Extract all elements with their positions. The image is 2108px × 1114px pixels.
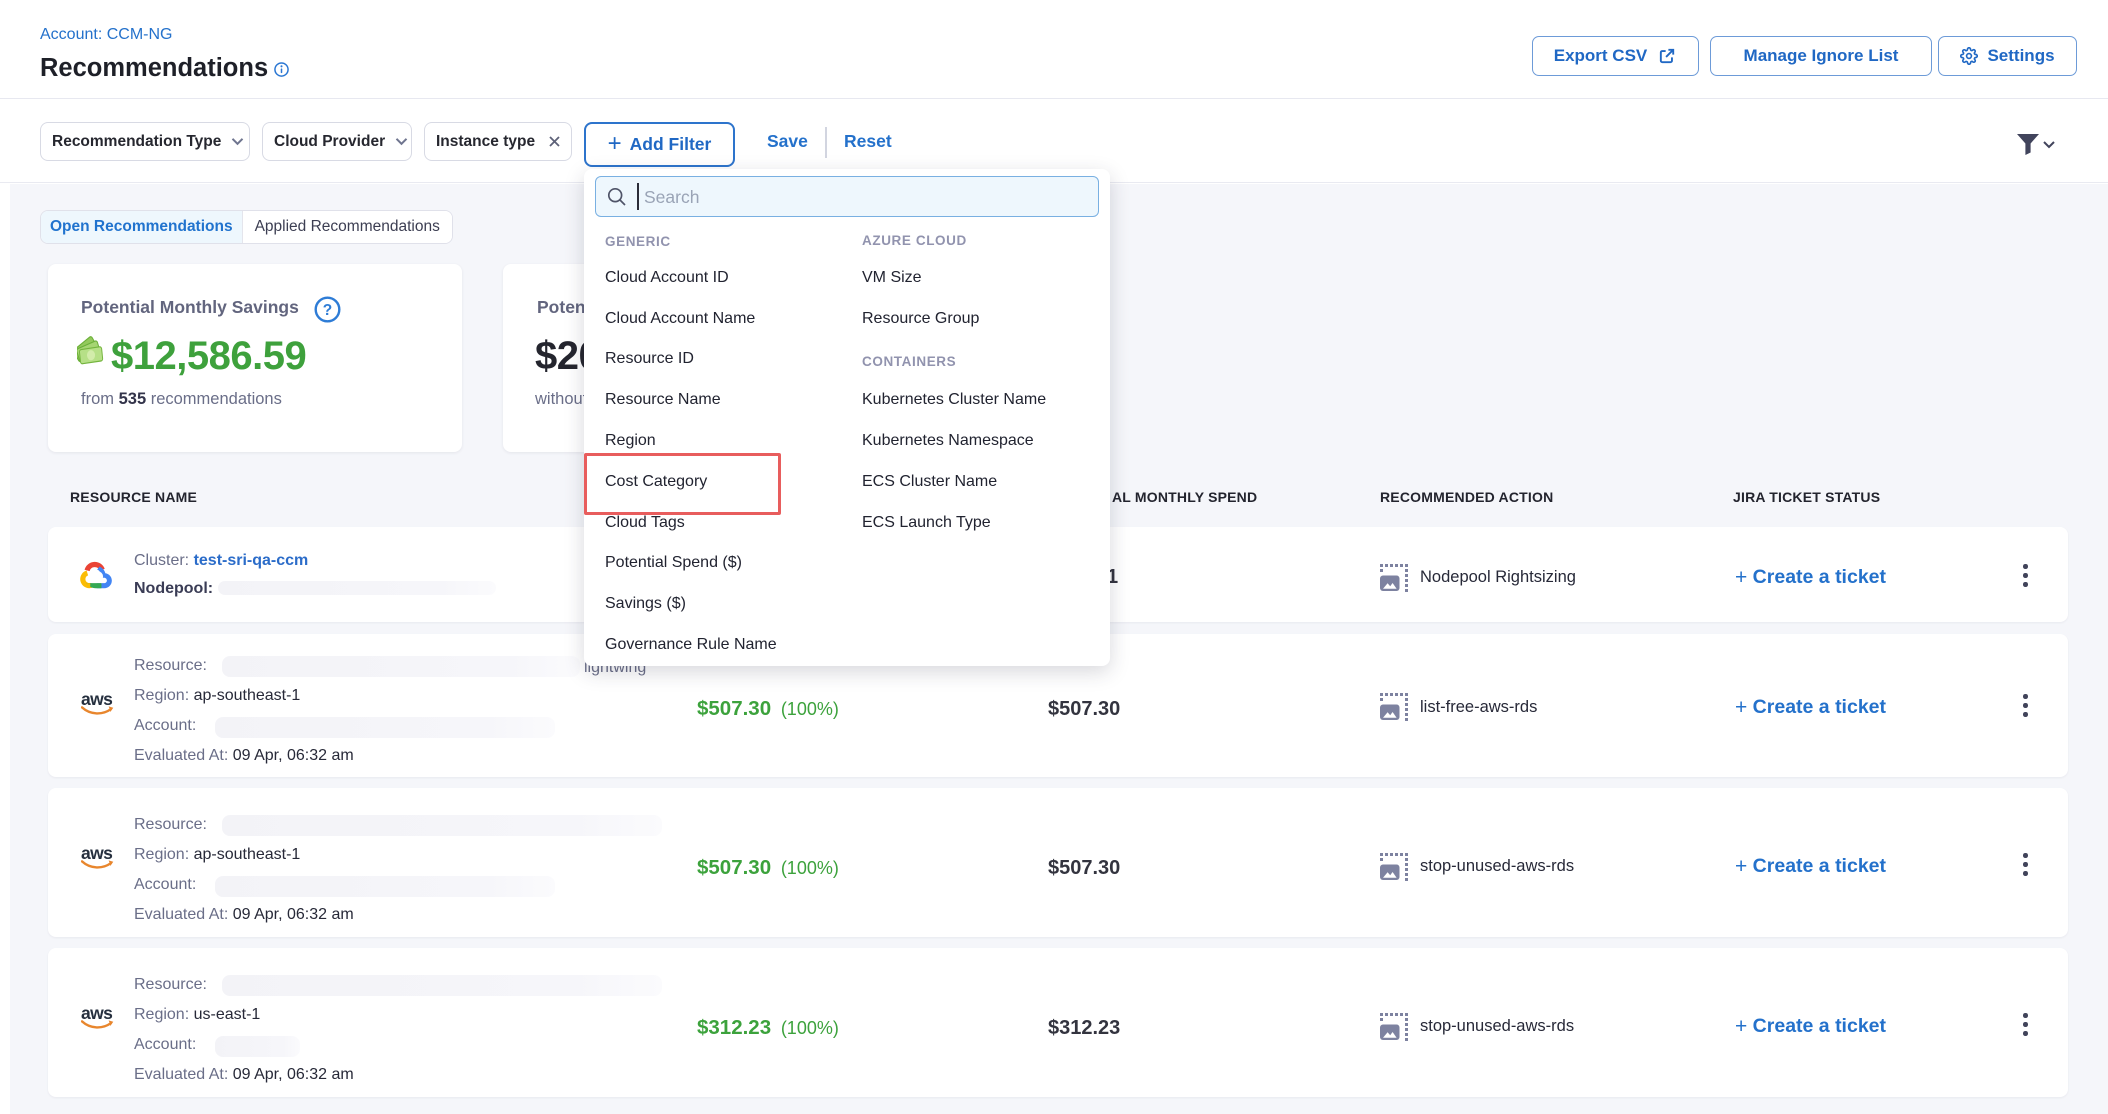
svg-text:?: ?	[323, 302, 332, 319]
